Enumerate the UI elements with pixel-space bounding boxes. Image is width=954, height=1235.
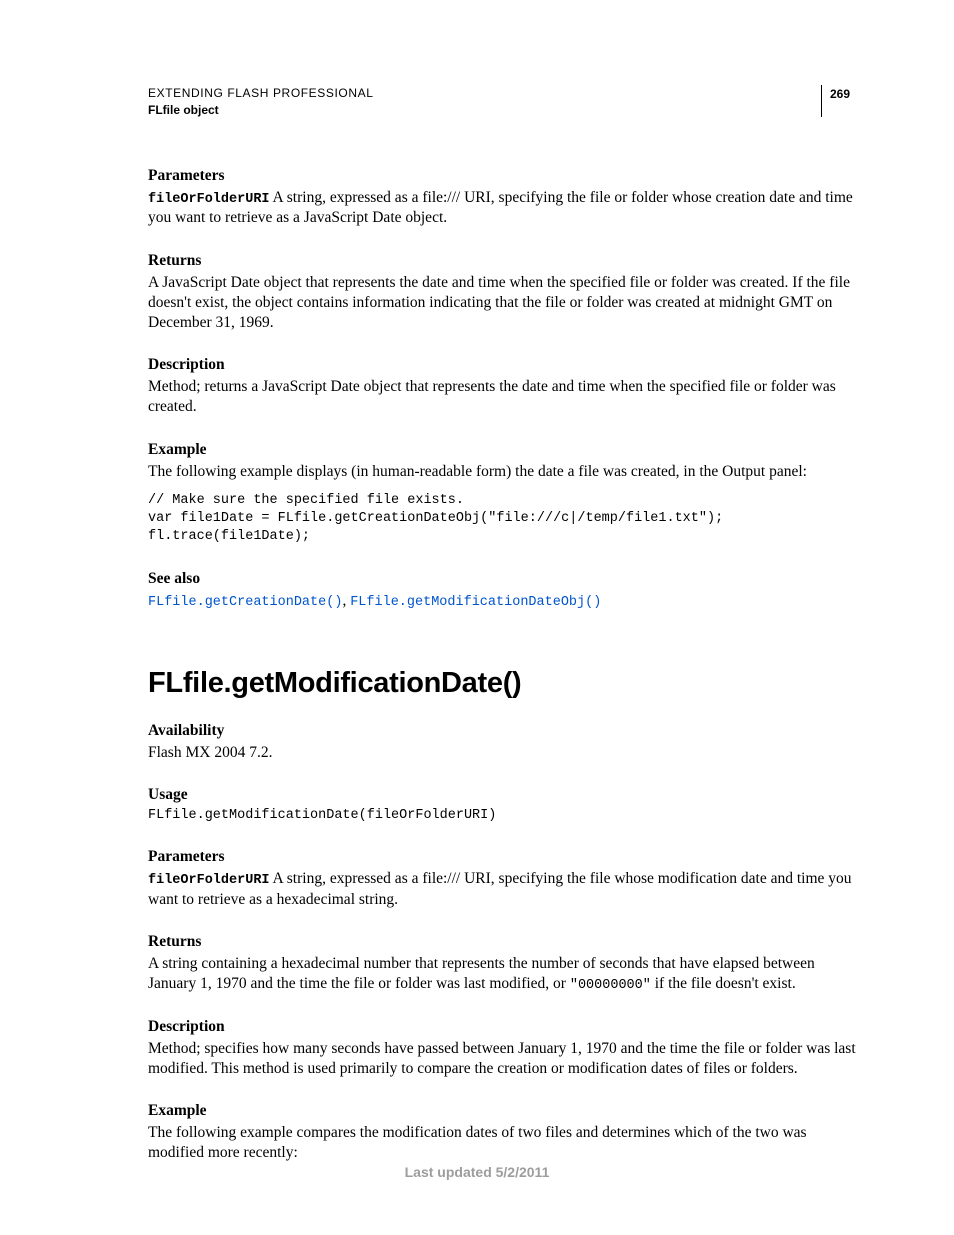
header-left: EXTENDING FLASH PROFESSIONAL FLfile obje… [148,85,821,120]
returns2-text: A string containing a hexadecimal number… [148,954,858,995]
availability-text: Flash MX 2004 7.2. [148,743,858,763]
link-getcreationdate[interactable]: FLfile.getCreationDate() [148,595,342,610]
description-heading: Description [148,355,858,375]
page: EXTENDING FLASH PROFESSIONAL FLfile obje… [0,0,954,1235]
example-heading: Example [148,440,858,460]
returns2-heading: Returns [148,932,858,952]
description-text: Method; returns a JavaScript Date object… [148,377,858,417]
returns2-text-b: if the file doesn't exist. [651,975,796,992]
example2-text: The following example compares the modif… [148,1123,858,1163]
returns2-code: "00000000" [570,978,651,993]
parameters-text: fileOrFolderURI A string, expressed as a… [148,188,858,229]
param2-name: fileOrFolderURI [148,873,270,888]
page-number: 269 [821,85,858,117]
page-header: EXTENDING FLASH PROFESSIONAL FLfile obje… [148,85,858,120]
parameters2-heading: Parameters [148,847,858,867]
footer-updated: Last updated 5/2/2011 [0,1164,954,1180]
parameters2-text: fileOrFolderURI A string, expressed as a… [148,869,858,910]
example-code: // Make sure the specified file exists. … [148,492,858,547]
description2-heading: Description [148,1017,858,1037]
description2-text: Method; specifies how many seconds have … [148,1039,858,1079]
header-subtitle: FLfile object [148,102,821,119]
availability-heading: Availability [148,721,858,741]
param-name: fileOrFolderURI [148,192,270,207]
usage-code: FLfile.getModificationDate(fileOrFolderU… [148,807,858,825]
seealso-heading: See also [148,569,858,589]
link-getmodificationdateobj[interactable]: FLfile.getModificationDateObj() [350,595,601,610]
parameters-heading: Parameters [148,166,858,186]
example2-heading: Example [148,1101,858,1121]
method-title: FLfile.getModificationDate() [148,665,858,703]
seealso-links: FLfile.getCreationDate(), FLfile.getModi… [148,591,858,612]
returns-text: A JavaScript Date object that represents… [148,273,858,333]
usage-heading: Usage [148,785,858,805]
returns-heading: Returns [148,251,858,271]
example-text: The following example displays (in human… [148,462,858,482]
body-content: Parameters fileOrFolderURI A string, exp… [148,166,858,1164]
header-title: EXTENDING FLASH PROFESSIONAL [148,85,821,102]
